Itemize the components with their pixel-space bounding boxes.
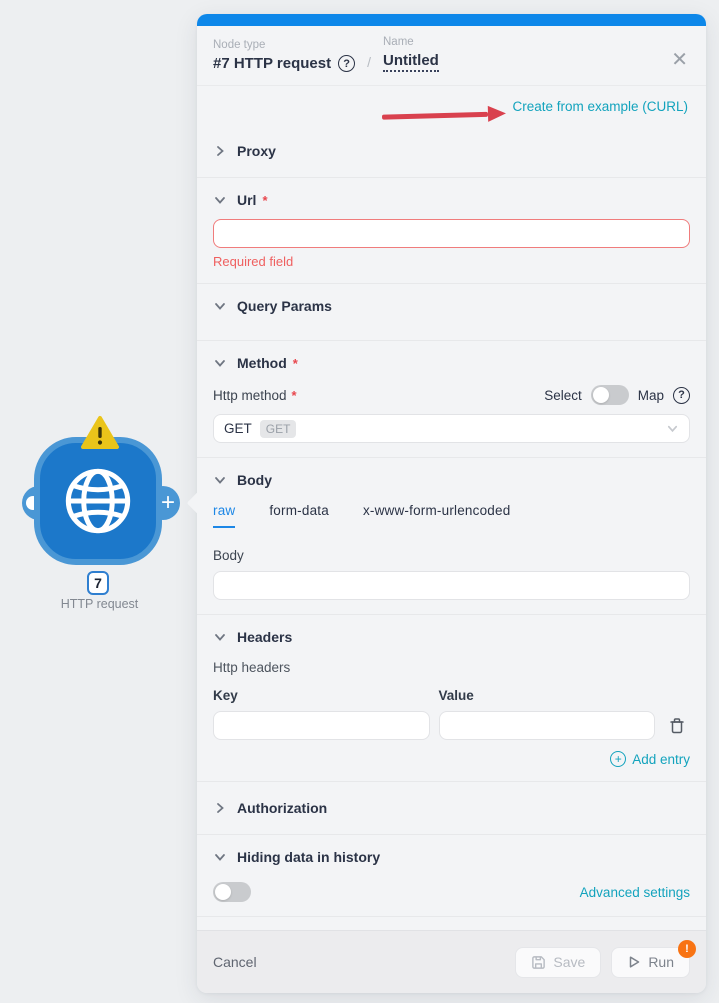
section-title: Query Params — [237, 298, 332, 314]
play-icon — [627, 955, 641, 969]
section-title: Body — [237, 472, 272, 488]
close-icon[interactable]: ✕ — [671, 50, 688, 70]
required-mark: * — [262, 193, 267, 208]
node-type-value: #7 HTTP request — [213, 55, 331, 72]
http-method-label: Http method* — [213, 388, 297, 403]
header-key-input[interactable] — [213, 711, 430, 740]
chevron-down-icon — [213, 850, 227, 864]
http-headers-label: Http headers — [213, 660, 690, 675]
add-entry-label: Add entry — [632, 752, 690, 767]
node-type-label: Node type — [213, 39, 355, 51]
panel-accent-bar — [197, 14, 706, 26]
section-title: Hiding data in history — [237, 849, 380, 865]
section-method: Method * Http method* Select Map ? GET G… — [197, 341, 706, 458]
url-input[interactable] — [213, 219, 690, 248]
help-icon[interactable]: ? — [338, 55, 355, 72]
section-title: Method — [237, 355, 287, 371]
trash-icon — [669, 717, 685, 734]
toggle-knob — [215, 884, 231, 900]
body-input[interactable] — [213, 571, 690, 600]
tab-form-data[interactable]: form-data — [269, 503, 329, 528]
tab-x-www-form-urlencoded[interactable]: x-www-form-urlencoded — [363, 503, 511, 528]
delete-entry-button[interactable] — [664, 717, 690, 734]
chevron-down-icon — [213, 630, 227, 644]
cancel-button[interactable]: Cancel — [213, 954, 257, 970]
http-method-select[interactable]: GET GET — [213, 414, 690, 443]
run-button[interactable]: Run ! — [611, 947, 690, 978]
tab-raw[interactable]: raw — [213, 503, 235, 528]
annotation-arrow-icon — [382, 105, 506, 124]
selected-method-value: GET — [224, 421, 252, 436]
chevron-right-icon — [213, 801, 227, 815]
panel-header: Node type #7 HTTP request ? / Name Untit… — [197, 26, 706, 86]
chevron-right-icon — [213, 144, 227, 158]
warning-icon — [80, 415, 120, 451]
body-field-label: Body — [213, 548, 690, 563]
value-column-label: Value — [439, 688, 656, 703]
section-title: Authorization — [237, 800, 327, 816]
node-name-field[interactable]: Untitled — [383, 52, 439, 72]
hiding-data-toggle[interactable] — [213, 882, 251, 902]
section-query-params-header[interactable]: Query Params — [213, 298, 690, 314]
section-proxy-header[interactable]: Proxy — [213, 143, 690, 159]
header-entry-row — [213, 711, 690, 740]
section-hiding-data: Hiding data in history Advanced settings — [197, 835, 706, 917]
panel-footer: Cancel Save Run ! — [197, 930, 706, 993]
notification-badge: ! — [678, 940, 696, 958]
globe-icon — [60, 463, 136, 539]
chevron-down-icon — [213, 473, 227, 487]
http-request-node[interactable]: + 7 HTTP request — [20, 425, 195, 615]
add-entry-button[interactable]: + Add entry — [213, 751, 690, 767]
save-button[interactable]: Save — [515, 947, 601, 978]
url-error-message: Required field — [213, 254, 690, 269]
node-body[interactable] — [34, 437, 162, 565]
node-number-badge: 7 — [87, 571, 109, 595]
section-headers: Headers Http headers Key Value + Add ent… — [197, 615, 706, 782]
section-body: Body raw form-data x-www-form-urlencoded… — [197, 458, 706, 615]
section-url: Url * Required field — [197, 178, 706, 284]
plus-circle-icon: + — [610, 751, 626, 767]
select-mode-label: Select — [544, 388, 582, 403]
chevron-down-icon — [213, 356, 227, 370]
section-title: Url — [237, 192, 256, 208]
section-title: Proxy — [237, 143, 276, 159]
section-authorization: Authorization — [197, 782, 706, 835]
section-authorization-header[interactable]: Authorization — [213, 800, 690, 816]
body-type-tabs: raw form-data x-www-form-urlencoded — [213, 503, 690, 528]
node-label: HTTP request — [12, 597, 187, 611]
create-from-curl-link[interactable]: Create from example (CURL) — [512, 99, 688, 114]
section-url-header[interactable]: Url * — [213, 192, 690, 208]
chevron-down-icon — [213, 299, 227, 313]
section-body-header[interactable]: Body — [213, 472, 690, 488]
name-label: Name — [383, 36, 439, 48]
chevron-down-icon — [213, 193, 227, 207]
header-value-input[interactable] — [439, 711, 656, 740]
section-headers-header[interactable]: Headers — [213, 629, 690, 645]
select-map-toggle[interactable] — [591, 385, 629, 405]
toggle-knob — [593, 387, 609, 403]
required-mark: * — [293, 356, 298, 371]
section-query-params: Query Params — [197, 284, 706, 341]
plus-icon: + — [161, 491, 175, 515]
section-proxy: Proxy — [197, 125, 706, 178]
help-icon[interactable]: ? — [673, 387, 690, 404]
curl-row: Create from example (CURL) — [197, 86, 706, 125]
key-column-label: Key — [213, 688, 430, 703]
section-hiding-data-header[interactable]: Hiding data in history — [213, 849, 690, 865]
save-icon — [531, 955, 546, 970]
breadcrumb-separator: / — [367, 54, 371, 72]
chevron-down-icon — [666, 422, 679, 435]
section-title: Headers — [237, 629, 292, 645]
method-badge: GET — [260, 420, 297, 438]
advanced-settings-link[interactable]: Advanced settings — [580, 885, 690, 900]
map-mode-label: Map — [638, 388, 664, 403]
section-method-header[interactable]: Method * — [213, 355, 690, 371]
node-config-panel: Node type #7 HTTP request ? / Name Untit… — [197, 14, 706, 993]
